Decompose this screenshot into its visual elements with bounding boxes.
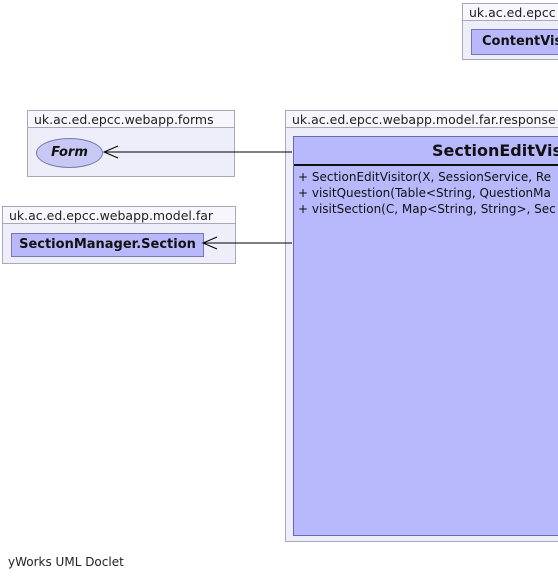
edge-to-section bbox=[201, 236, 292, 250]
dependency-edges bbox=[102, 145, 292, 250]
edge-to-form bbox=[102, 145, 292, 159]
footer-credit: yWorks UML Doclet bbox=[8, 555, 124, 569]
